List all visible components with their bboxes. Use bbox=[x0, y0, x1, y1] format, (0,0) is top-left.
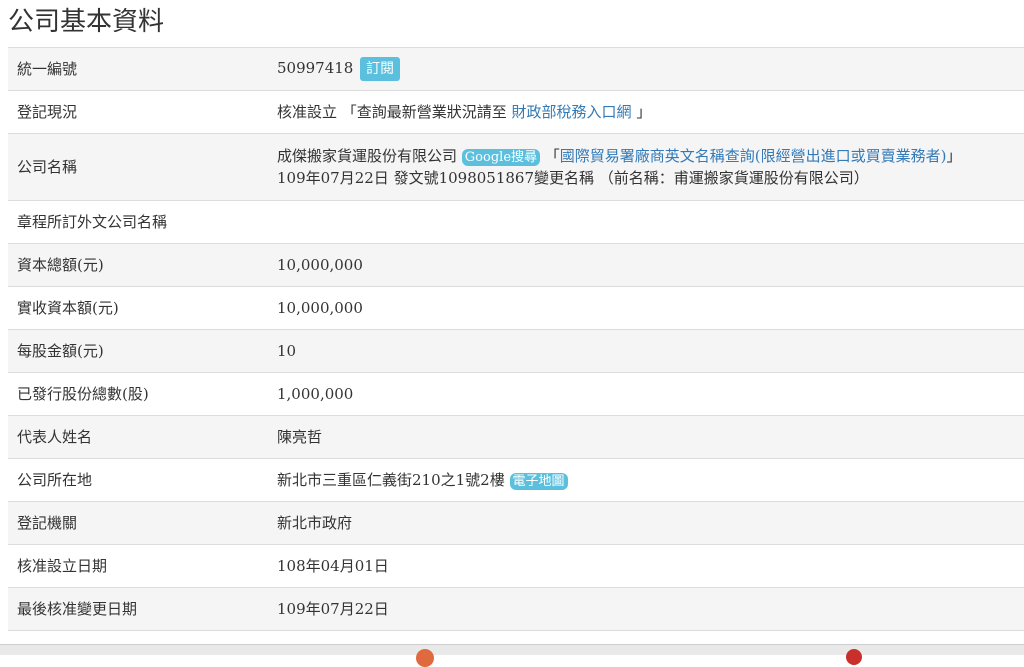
table-row-shares-issued: 已發行股份總數(股) 1,000,000 bbox=[8, 372, 1024, 416]
row-value-cell: 新北市三重區仁義街210之1號2樓 電子地圖 bbox=[267, 459, 1024, 502]
row-value-cell: 50997418 訂閱 bbox=[267, 48, 1024, 91]
row-label: 登記現況 bbox=[17, 103, 78, 121]
row-value-cell: 成傑搬家貨運股份有限公司 Google搜尋 「國際貿易署廠商英文名稱查詢(限經營… bbox=[267, 134, 1024, 201]
row-label: 章程所訂外文公司名稱 bbox=[17, 213, 168, 231]
address-value: 新北市三重區仁義街210之1號2樓 bbox=[277, 471, 505, 489]
table-row-representative: 代表人姓名 陳亮哲 bbox=[8, 415, 1024, 459]
row-label: 每股金額(元) bbox=[17, 342, 104, 360]
toolbar-notification-icon[interactable] bbox=[846, 649, 862, 665]
tax-id-value: 50997418 bbox=[277, 59, 354, 77]
row-value: 1,000,000 bbox=[277, 385, 354, 403]
table-row-last-change-date: 最後核准變更日期 109年07月22日 bbox=[8, 587, 1024, 631]
row-value: 109年07月22日 bbox=[277, 600, 389, 618]
table-row-foreign-name: 章程所訂外文公司名稱 bbox=[8, 200, 1024, 244]
toolbar-app-icon[interactable] bbox=[416, 649, 434, 667]
name-change-history: 109年07月22日 發文號1098051867變更名稱 （前名稱：甫運搬家貨運… bbox=[277, 169, 869, 187]
table-row-company-name: 公司名稱 成傑搬家貨運股份有限公司 Google搜尋 「國際貿易署廠商英文名稱查… bbox=[8, 133, 1024, 201]
table-row-share-value: 每股金額(元) 10 bbox=[8, 329, 1024, 373]
row-value: 10,000,000 bbox=[277, 256, 363, 274]
row-label: 核准設立日期 bbox=[17, 557, 108, 575]
row-label: 公司名稱 bbox=[17, 158, 78, 176]
row-label: 代表人姓名 bbox=[17, 428, 93, 446]
row-label: 登記機關 bbox=[17, 514, 78, 532]
row-value bbox=[267, 201, 1024, 244]
tax-portal-link[interactable]: 財政部稅務入口網 bbox=[512, 103, 632, 121]
table-row-authority: 登記機關 新北市政府 bbox=[8, 501, 1024, 545]
link-close-bracket: 」 bbox=[946, 147, 962, 165]
company-info-table: 統一編號 50997418 訂閱 登記現況 核准設立 「查詢最新營業狀況請至 財… bbox=[8, 47, 1024, 631]
row-label: 統一編號 bbox=[17, 60, 78, 78]
bottom-toolbar bbox=[0, 644, 1024, 655]
english-name-lookup-link[interactable]: 國際貿易署廠商英文名稱查詢(限經營出進口或買賣業務者) bbox=[560, 147, 947, 165]
row-label: 資本總額(元) bbox=[17, 256, 104, 274]
page-title: 公司基本資料 bbox=[8, 7, 165, 37]
company-name-value: 成傑搬家貨運股份有限公司 bbox=[277, 147, 458, 165]
row-value: 陳亮哲 bbox=[277, 428, 323, 446]
row-value: 新北市政府 bbox=[277, 514, 353, 532]
link-open-bracket: 「 bbox=[540, 147, 560, 165]
subscribe-button[interactable]: 訂閱 bbox=[360, 57, 401, 81]
row-value: 10,000,000 bbox=[277, 299, 363, 317]
map-button[interactable]: 電子地圖 bbox=[509, 472, 568, 490]
row-value: 108年04月01日 bbox=[277, 557, 389, 575]
row-label: 實收資本額(元) bbox=[17, 299, 119, 317]
table-row-status: 登記現況 核准設立 「查詢最新營業狀況請至 財政部稅務入口網 」 bbox=[8, 90, 1024, 134]
row-value-cell: 核准設立 「查詢最新營業狀況請至 財政部稅務入口網 」 bbox=[267, 91, 1024, 134]
row-label: 已發行股份總數(股) bbox=[17, 385, 149, 403]
status-text: 核准設立 「查詢最新營業狀況請至 bbox=[277, 103, 512, 121]
table-row-capital-paid: 實收資本額(元) 10,000,000 bbox=[8, 286, 1024, 330]
table-row-capital-total: 資本總額(元) 10,000,000 bbox=[8, 243, 1024, 287]
table-row-address: 公司所在地 新北市三重區仁義街210之1號2樓 電子地圖 bbox=[8, 458, 1024, 502]
table-row-tax-id: 統一編號 50997418 訂閱 bbox=[8, 47, 1024, 91]
status-suffix: 」 bbox=[631, 103, 652, 121]
row-value: 10 bbox=[277, 342, 297, 360]
row-label: 公司所在地 bbox=[17, 471, 93, 489]
google-search-button[interactable]: Google搜尋 bbox=[461, 148, 541, 166]
table-row-approval-date: 核准設立日期 108年04月01日 bbox=[8, 544, 1024, 588]
row-label: 最後核准變更日期 bbox=[17, 600, 138, 618]
